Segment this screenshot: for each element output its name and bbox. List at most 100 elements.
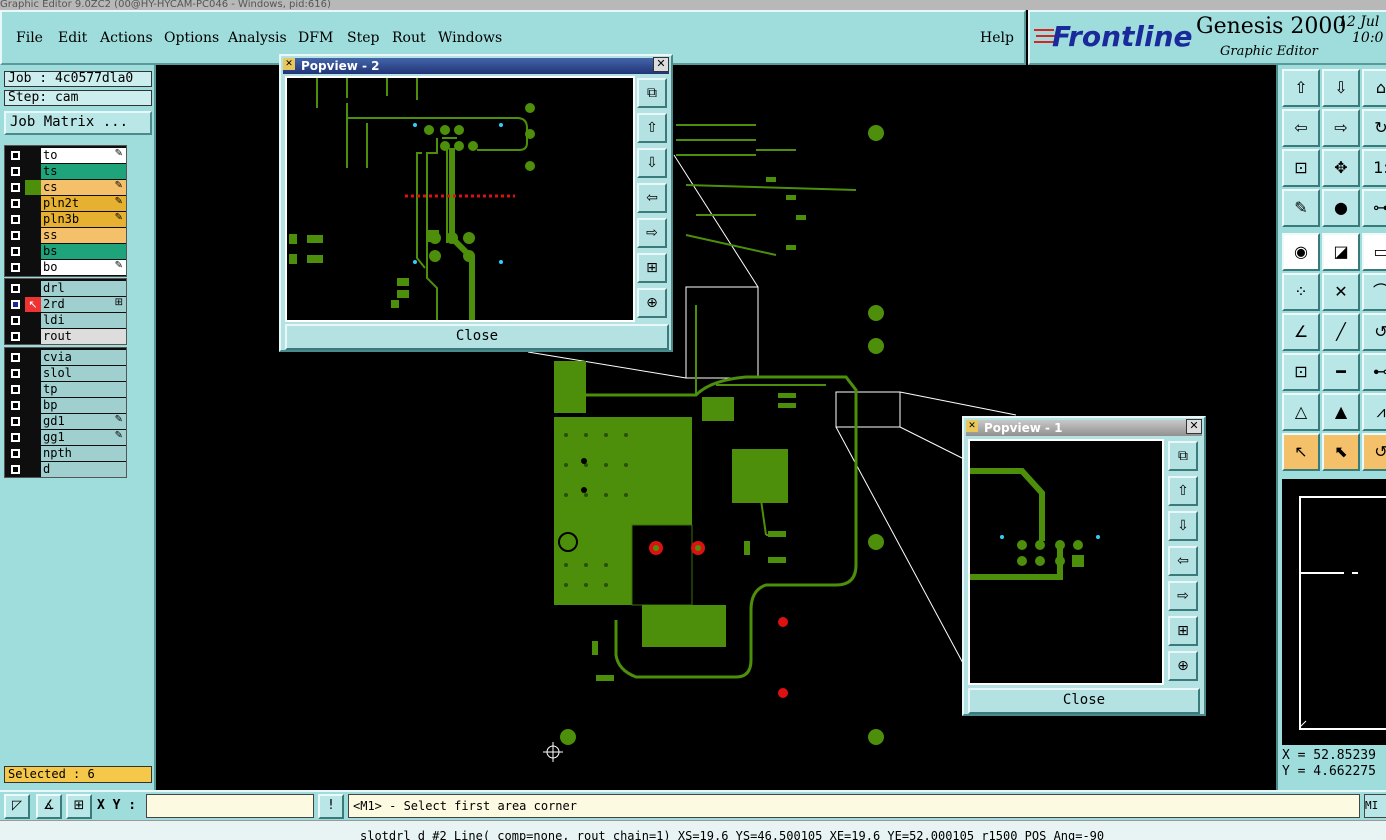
zoom-ratio-icon[interactable]: 1: — [1362, 149, 1386, 187]
layer-row-pln3b[interactable]: pln3b ✎ — [7, 212, 126, 227]
ruler-icon[interactable]: ▭ — [1362, 233, 1386, 271]
layer-checkbox[interactable] — [11, 417, 20, 426]
layer-row-bs[interactable]: bs — [7, 244, 126, 259]
grid-mode-icon[interactable]: ⊞ — [66, 794, 92, 819]
layer-name[interactable]: pln2t — [41, 196, 126, 211]
pointer-box-icon[interactable]: ⬉ — [1322, 433, 1360, 471]
snap-mode-icon[interactable]: ◸ — [4, 794, 30, 819]
popview-2-window[interactable]: Popview - 2 ✕ ✕ ⧉ ⇧ ⇩ ⇦ ⇨ ⊞ ⊕ Close — [279, 54, 673, 352]
layer-row-cvia[interactable]: cvia — [7, 350, 126, 365]
layer-checkbox[interactable] — [11, 199, 20, 208]
layer-checkbox[interactable] — [11, 316, 20, 325]
home-icon[interactable]: ⌂ — [1362, 69, 1386, 107]
popview-2-title[interactable]: Popview - 2 — [283, 58, 669, 74]
popview-zoom-out-icon[interactable]: ⊕ — [1168, 651, 1198, 681]
popview-2-close-button[interactable]: Close — [285, 324, 669, 350]
menu-step[interactable]: Step — [347, 30, 379, 46]
layer-checkbox[interactable] — [11, 167, 20, 176]
select-line-icon[interactable]: ◪ — [1322, 233, 1360, 271]
popview-pan-right-icon[interactable]: ⇨ — [637, 218, 667, 248]
layer-checkbox[interactable] — [11, 449, 20, 458]
pad-tool-icon[interactable]: ● — [1322, 189, 1360, 227]
layer-name[interactable]: slol — [41, 366, 126, 381]
layer-checkbox[interactable] — [11, 353, 20, 362]
layer-checkbox[interactable] — [11, 385, 20, 394]
layer-checkbox[interactable] — [11, 284, 20, 293]
menu-edit[interactable]: Edit — [58, 30, 87, 46]
layer-row-2rd[interactable]: ↖ 2rd ⊞ — [7, 297, 126, 312]
layer-checkbox[interactable] — [11, 465, 20, 474]
popview-pan-left-icon[interactable]: ⇦ — [1168, 546, 1198, 576]
layer-checkbox[interactable] — [11, 215, 20, 224]
layer-checkbox[interactable] — [11, 247, 20, 256]
cut-line-icon[interactable]: ━ — [1322, 353, 1360, 391]
layer-row-gg1[interactable]: gg1 ✎ — [7, 430, 126, 445]
layer-checkbox[interactable] — [11, 231, 20, 240]
layer-name[interactable]: bs — [41, 244, 126, 259]
menu-windows[interactable]: Windows — [438, 30, 502, 46]
layer-name[interactable]: bo — [41, 260, 126, 275]
zoom-center-icon[interactable]: ✥ — [1322, 149, 1360, 187]
window-menu-icon[interactable]: ✕ — [283, 58, 295, 70]
select-pad-icon[interactable]: ◉ — [1282, 233, 1320, 271]
layer-name[interactable]: ts — [41, 164, 126, 179]
popview-zoom-window-icon[interactable]: ⧉ — [637, 78, 667, 108]
rotate-icon[interactable]: ↺ — [1362, 313, 1386, 351]
layer-name[interactable]: cs — [41, 180, 126, 195]
job-matrix-button[interactable]: Job Matrix ... — [4, 111, 152, 135]
arc-triangle-icon[interactable]: ⩘ — [1362, 393, 1386, 431]
mouse-button-indicator[interactable]: MI — [1364, 794, 1386, 818]
popview-1-window[interactable]: Popview - 1 ✕ ✕ ⧉ ⇧ ⇩ ⇦ ⇨ ⊞ ⊕ Close — [962, 416, 1206, 716]
move-right-icon[interactable]: ⇨ — [1322, 109, 1360, 147]
layer-row-d[interactable]: d — [7, 462, 126, 477]
add-pad-icon[interactable]: ⁘ — [1282, 273, 1320, 311]
layer-name[interactable]: ldi — [41, 313, 126, 328]
layer-row-bo[interactable]: bo ✎ — [7, 260, 126, 275]
snap-icon[interactable]: ⊡ — [1282, 353, 1320, 391]
polygon-icon[interactable]: △ — [1282, 393, 1320, 431]
pointer-cycle-icon[interactable]: ↺ — [1362, 433, 1386, 471]
layer-checkbox[interactable] — [11, 151, 20, 160]
popview-zoom-window-icon[interactable]: ⧉ — [1168, 441, 1198, 471]
layer-name[interactable]: to — [41, 148, 126, 163]
layer-row-ss[interactable]: ss — [7, 228, 126, 243]
menu-actions[interactable]: Actions — [100, 30, 153, 46]
angle-mode-icon[interactable]: ∡ — [36, 794, 62, 819]
menu-rout[interactable]: Rout — [392, 30, 426, 46]
overview-map[interactable] — [1282, 479, 1386, 745]
connect-icon[interactable]: ⊷ — [1362, 353, 1386, 391]
layer-row-ldi[interactable]: ldi — [7, 313, 126, 328]
layer-name[interactable]: d — [41, 462, 126, 477]
layer-checkbox[interactable] — [11, 300, 20, 309]
layer-checkbox[interactable] — [11, 369, 20, 378]
layer-row-ts[interactable]: ts — [7, 164, 126, 179]
window-menu-icon[interactable]: ✕ — [966, 420, 978, 432]
menu-dfm[interactable]: DFM — [298, 30, 333, 46]
layer-row-gd1[interactable]: gd1 ✎ — [7, 414, 126, 429]
layer-name[interactable]: gg1 — [41, 430, 126, 445]
layer-name[interactable]: cvia — [41, 350, 126, 365]
layer-checkbox[interactable] — [11, 263, 20, 272]
line-tool-icon[interactable]: ∠ — [1282, 313, 1320, 351]
layer-row-slol[interactable]: slol — [7, 366, 126, 381]
redraw-icon[interactable]: ↻ — [1362, 109, 1386, 147]
layer-checkbox[interactable] — [11, 433, 20, 442]
layer-name[interactable]: npth — [41, 446, 126, 461]
layer-name[interactable]: gd1 — [41, 414, 126, 429]
menu-file[interactable]: File — [16, 30, 43, 46]
triangle-icon[interactable]: ▲ — [1322, 393, 1360, 431]
popview-2-view[interactable] — [285, 76, 635, 322]
popview-pan-left-icon[interactable]: ⇦ — [637, 183, 667, 213]
popview-2-close-icon[interactable]: ✕ — [653, 57, 669, 72]
layer-name[interactable]: pln3b — [41, 212, 126, 227]
layer-row-bp[interactable]: bp — [7, 398, 126, 413]
menu-options[interactable]: Options — [164, 30, 219, 46]
layer-name[interactable]: tp — [41, 382, 126, 397]
menu-analysis[interactable]: Analysis — [228, 30, 287, 46]
measure-tool-icon[interactable]: ✎ — [1282, 189, 1320, 227]
popview-pan-down-icon[interactable]: ⇩ — [637, 148, 667, 178]
layer-name[interactable]: 2rd — [41, 297, 126, 312]
popview-1-view[interactable] — [968, 439, 1164, 685]
delete-icon[interactable]: ✕ — [1322, 273, 1360, 311]
popview-pan-down-icon[interactable]: ⇩ — [1168, 511, 1198, 541]
